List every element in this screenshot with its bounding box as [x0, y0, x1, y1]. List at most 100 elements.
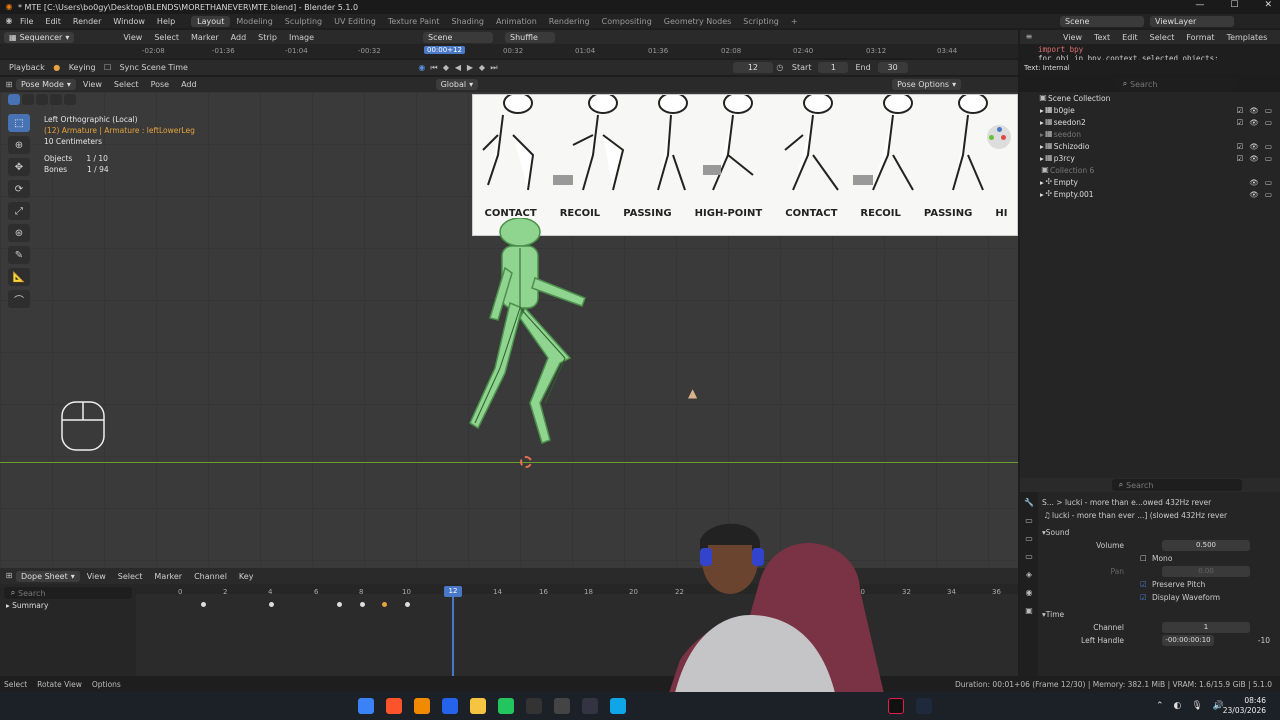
- tab-modeling[interactable]: Modeling: [230, 16, 278, 27]
- outliner-row[interactable]: ▸ ✣ Empty.001 👁 ▭: [1020, 188, 1280, 200]
- dopesheet-mode-dropdown[interactable]: Dope Sheet ▾: [16, 570, 80, 582]
- clock-time[interactable]: 08:46: [1223, 696, 1266, 706]
- obs-icon[interactable]: [554, 698, 570, 714]
- cursor-tool-icon[interactable]: ⊕: [8, 136, 30, 154]
- relax-tool-icon[interactable]: ⌒: [8, 290, 30, 308]
- scale-tool-icon[interactable]: ⤢: [8, 202, 30, 220]
- txt-menu-templates[interactable]: Templates: [1222, 33, 1273, 42]
- menu-window[interactable]: Window: [107, 17, 151, 26]
- play-icon[interactable]: ▶: [465, 63, 475, 73]
- select-tool-icon[interactable]: ⬚: [8, 114, 30, 132]
- scene-selector[interactable]: Scene: [1060, 15, 1144, 27]
- camera-icon[interactable]: ▭: [1265, 154, 1272, 163]
- seq-menu-select[interactable]: Select: [149, 33, 184, 42]
- minimize-icon[interactable]: —: [1195, 0, 1204, 10]
- tab-geometry-nodes[interactable]: Geometry Nodes: [658, 16, 737, 27]
- camera-object-icon[interactable]: ▲: [688, 386, 697, 400]
- keyframe[interactable]: [359, 602, 365, 607]
- viewlayer-selector[interactable]: ViewLayer: [1150, 15, 1234, 27]
- preserve-pitch-checkbox[interactable]: ☑: [1140, 580, 1147, 589]
- menu-render[interactable]: Render: [67, 17, 107, 26]
- steam-icon[interactable]: [916, 698, 932, 714]
- outliner-row[interactable]: ▣ Collection 6: [1020, 164, 1280, 176]
- channel-search-input[interactable]: ⌕ Search: [4, 587, 132, 599]
- terminal-icon[interactable]: [526, 698, 542, 714]
- eye-icon[interactable]: 👁: [1249, 118, 1259, 127]
- seq-menu-marker[interactable]: Marker: [186, 33, 224, 42]
- vp-menu-pose[interactable]: Pose: [146, 80, 175, 89]
- ds-menu-marker[interactable]: Marker: [149, 572, 187, 581]
- outliner-row[interactable]: ▸ ▦ seedon2 ☑ 👁 ▭: [1020, 116, 1280, 128]
- tray-app-icon[interactable]: ◐: [1173, 701, 1181, 711]
- outliner[interactable]: ⌕ Search ▣ Scene Collection ▸ ▦ b0gie ☑ 👁 ▭ …: [1020, 78, 1280, 478]
- tray-mic-icon[interactable]: 🎙: [1191, 701, 1202, 711]
- blender-menu-icon[interactable]: ◉: [4, 16, 14, 26]
- tab-sculpting[interactable]: Sculpting: [279, 16, 328, 27]
- app-icon[interactable]: [610, 698, 626, 714]
- reference-image[interactable]: CONTACT RECOIL PASSING HIGH-POINT CONTAC…: [472, 94, 1018, 236]
- left-handle-frames[interactable]: -10: [1258, 636, 1270, 645]
- seq-menu-strip[interactable]: Strip: [253, 33, 282, 42]
- strip-name-field[interactable]: lucki - more than ever ...] (slowed 432H…: [1052, 511, 1227, 520]
- txt-menu-text[interactable]: Text: [1089, 33, 1115, 42]
- pose-options-button[interactable]: Pose Options ▾: [892, 79, 962, 90]
- ds-menu-view[interactable]: View: [82, 572, 111, 581]
- keying-menu[interactable]: Keying: [64, 63, 101, 72]
- render-props-icon[interactable]: ▭: [1024, 516, 1034, 526]
- sound-panel-header[interactable]: ▾ Sound: [1042, 526, 1274, 539]
- dopesheet-editor-icon[interactable]: ⊞: [4, 571, 14, 581]
- mono-checkbox[interactable]: ☐: [1140, 554, 1147, 563]
- tab-shading[interactable]: Shading: [445, 16, 490, 27]
- transform-tool-icon[interactable]: ⊛: [8, 224, 30, 242]
- search-app-icon[interactable]: [414, 698, 430, 714]
- measure-tool-icon[interactable]: 📐: [8, 268, 30, 286]
- properties-editor[interactable]: ⌕ Search 🔧 ▭ ▭ ▭ ◈ ◉ ▣ S... > lucki - mo…: [1020, 478, 1280, 676]
- select-mode-icon[interactable]: [8, 94, 20, 105]
- file-explorer-icon[interactable]: [470, 698, 486, 714]
- record-icon[interactable]: ◉: [417, 63, 427, 73]
- orientation-dropdown[interactable]: Global ▾: [435, 79, 479, 90]
- current-frame-field[interactable]: 12: [732, 62, 773, 73]
- checkbox-icon[interactable]: ☑: [1237, 106, 1244, 115]
- scene-props-icon[interactable]: ◈: [1024, 570, 1034, 580]
- txt-menu-select[interactable]: Select: [1145, 33, 1180, 42]
- outliner-search-input[interactable]: ⌕ Search: [1116, 78, 1236, 90]
- preserve-pitch-row[interactable]: ☑ Preserve Pitch: [1042, 578, 1274, 591]
- properties-search-input[interactable]: ⌕ Search: [1112, 479, 1242, 491]
- end-frame-field[interactable]: 30: [877, 62, 908, 73]
- sequencer-ruler[interactable]: -02:08 -01:36 -01:04 -00:32 00:00+12 00:…: [0, 44, 1018, 58]
- maximize-icon[interactable]: ☐: [1230, 0, 1238, 10]
- checkbox-icon[interactable]: ☑: [1237, 154, 1244, 163]
- text-editor[interactable]: ≡ View Text Edit Select Format Templates…: [1020, 30, 1280, 74]
- select-extend-icon[interactable]: [22, 94, 34, 105]
- ds-menu-channel[interactable]: Channel: [189, 572, 232, 581]
- seq-menu-view[interactable]: View: [118, 33, 147, 42]
- close-icon[interactable]: ✕: [1264, 0, 1272, 10]
- tab-rendering[interactable]: Rendering: [543, 16, 596, 27]
- xbox-icon[interactable]: [498, 698, 514, 714]
- txt-menu-view[interactable]: View: [1058, 33, 1087, 42]
- jump-end-icon[interactable]: ⏭: [489, 63, 499, 73]
- select-intersect-icon[interactable]: [64, 94, 76, 105]
- tab-texture-paint[interactable]: Texture Paint: [382, 16, 446, 27]
- view-layer-icon[interactable]: ▭: [1024, 552, 1034, 562]
- menu-file[interactable]: File: [14, 17, 39, 26]
- tab-scripting[interactable]: Scripting: [737, 16, 785, 27]
- start-frame-field[interactable]: 1: [818, 62, 849, 73]
- tab-uv-editing[interactable]: UV Editing: [328, 16, 382, 27]
- playhead[interactable]: [452, 586, 454, 678]
- keyframe[interactable]: [268, 602, 274, 607]
- channel-field[interactable]: 1: [1162, 622, 1250, 633]
- sync-checkbox[interactable]: ☐: [103, 63, 113, 73]
- vp-menu-select[interactable]: Select: [109, 80, 144, 89]
- world-props-icon[interactable]: ◉: [1024, 588, 1034, 598]
- armature-character[interactable]: [450, 218, 610, 468]
- outliner-row[interactable]: ▸ ▦ Schizodio ☑ 👁 ▭: [1020, 140, 1280, 152]
- tray-chevron-icon[interactable]: ⌃: [1156, 701, 1164, 711]
- select-invert-icon[interactable]: [50, 94, 62, 105]
- pan-field[interactable]: 0.00: [1162, 566, 1250, 577]
- sequencer-editor-type[interactable]: ▦ Sequencer ▾: [4, 31, 75, 43]
- select-subtract-icon[interactable]: [36, 94, 48, 105]
- keyframe[interactable]: [405, 602, 410, 607]
- eye-icon[interactable]: 👁: [1249, 154, 1259, 163]
